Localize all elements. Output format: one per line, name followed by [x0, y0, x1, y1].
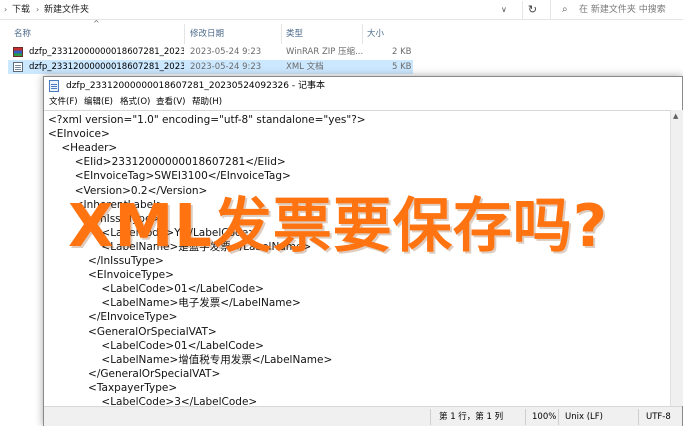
menu-bar: 文件(F) 编辑(E) 格式(O) 查看(V) 帮助(H): [44, 95, 682, 110]
zoom-level: 100%: [532, 412, 557, 422]
text-line: <LabelCode>01</LabelCode>: [48, 339, 264, 352]
file-modified: 2023-05-24 9:23: [190, 47, 262, 57]
refresh-icon[interactable]: ↻: [522, 1, 542, 19]
text-line: <LabelName>电子发票</LabelName>: [48, 297, 301, 310]
status-bar: 第 1 行，第 1 列 100% Unix (LF) UTF-8: [44, 406, 682, 426]
search-icon: ⌕: [562, 4, 568, 15]
file-name: dzfp_23312000000018607281_20230...: [29, 62, 184, 72]
scroll-up-icon[interactable]: ▲: [673, 111, 678, 121]
status-divider: [558, 409, 559, 425]
status-divider: [430, 409, 431, 425]
search-placeholder: 在 新建文件夹 中搜索: [579, 5, 666, 15]
status-divider: [525, 409, 526, 425]
status-divider: [638, 409, 639, 425]
file-name: dzfp_23312000000018607281_20230...: [29, 47, 184, 57]
window-title: dzfp_23312000000018607281_20230524092326…: [66, 81, 325, 91]
menu-help[interactable]: 帮助(H): [192, 96, 222, 109]
file-type: XML 文档: [286, 62, 324, 72]
cursor-position: 第 1 行，第 1 列: [439, 412, 504, 422]
file-type: WinRAR ZIP 压缩...: [286, 47, 364, 57]
text-encoding: UTF-8: [646, 412, 671, 422]
breadcrumb-chevron-icon[interactable]: ›: [4, 3, 7, 17]
text-line: <EInvoiceType>: [48, 269, 174, 282]
notepad-icon: [49, 80, 59, 92]
xml-document-icon: [13, 62, 23, 72]
column-divider[interactable]: [362, 24, 363, 44]
file-size: 5 KB: [392, 62, 412, 72]
text-line: <LabelName>增值税专用发票</LabelName>: [48, 353, 333, 366]
text-line: <EInvoice>: [48, 128, 110, 141]
column-header-size[interactable]: 大小: [367, 27, 384, 41]
sort-ascending-icon: ^: [93, 19, 100, 28]
text-line: <GeneralOrSpecialVAT>: [48, 325, 217, 338]
text-line: <EIid>23312000000018607281</EIid>: [48, 156, 286, 169]
text-line: </GeneralOrSpecialVAT>: [48, 367, 221, 380]
column-divider[interactable]: [184, 24, 185, 44]
breadcrumb-separator-icon: ›: [36, 5, 40, 14]
menu-edit[interactable]: 编辑(E): [84, 96, 113, 109]
title-bar[interactable]: dzfp_23312000000018607281_20230524092326…: [44, 77, 682, 95]
text-line: <EInvoiceTag>SWEI3100</EInvoiceTag>: [48, 170, 291, 183]
text-line: <TaxpayerType>: [48, 381, 178, 394]
column-divider[interactable]: [281, 24, 282, 44]
address-bar[interactable]: › 下载 › 新建文件夹 ∨ ↻ ⌕ 在 新建文件夹 中搜索: [0, 0, 683, 20]
column-header-type[interactable]: 类型: [286, 27, 303, 41]
winrar-archive-icon: [13, 47, 23, 57]
breadcrumb-item-folder[interactable]: 新建文件夹: [44, 3, 89, 17]
text-line: </EInvoiceType>: [48, 311, 178, 324]
search-input[interactable]: ⌕ 在 新建文件夹 中搜索: [550, 0, 683, 19]
menu-file[interactable]: 文件(F): [49, 96, 78, 109]
menu-format[interactable]: 格式(O): [120, 96, 150, 109]
column-header-name[interactable]: 名称: [14, 27, 31, 41]
headline-overlay: XML发票要保存吗?: [68, 191, 609, 260]
file-row-xml[interactable]: dzfp_23312000000018607281_20230... 2023-…: [8, 60, 413, 74]
text-line: <Header>: [48, 142, 118, 155]
breadcrumb-item-downloads[interactable]: 下载: [12, 3, 30, 17]
menu-view[interactable]: 查看(V): [156, 96, 185, 109]
file-size: 2 KB: [392, 47, 412, 57]
text-line: <?xml version="1.0" encoding="utf-8" sta…: [48, 114, 366, 126]
file-row-zip[interactable]: dzfp_23312000000018607281_20230... 2023-…: [8, 45, 413, 59]
file-modified: 2023-05-24 9:23: [190, 62, 262, 72]
vertical-scrollbar[interactable]: ▲: [670, 110, 683, 406]
column-header-modified[interactable]: 修改日期: [190, 27, 224, 41]
line-ending: Unix (LF): [565, 412, 603, 422]
text-line: <LabelCode>3</LabelCode>: [48, 396, 258, 406]
text-line: <LabelCode>01</LabelCode>: [48, 283, 264, 296]
address-dropdown-icon[interactable]: ∨: [501, 3, 507, 17]
